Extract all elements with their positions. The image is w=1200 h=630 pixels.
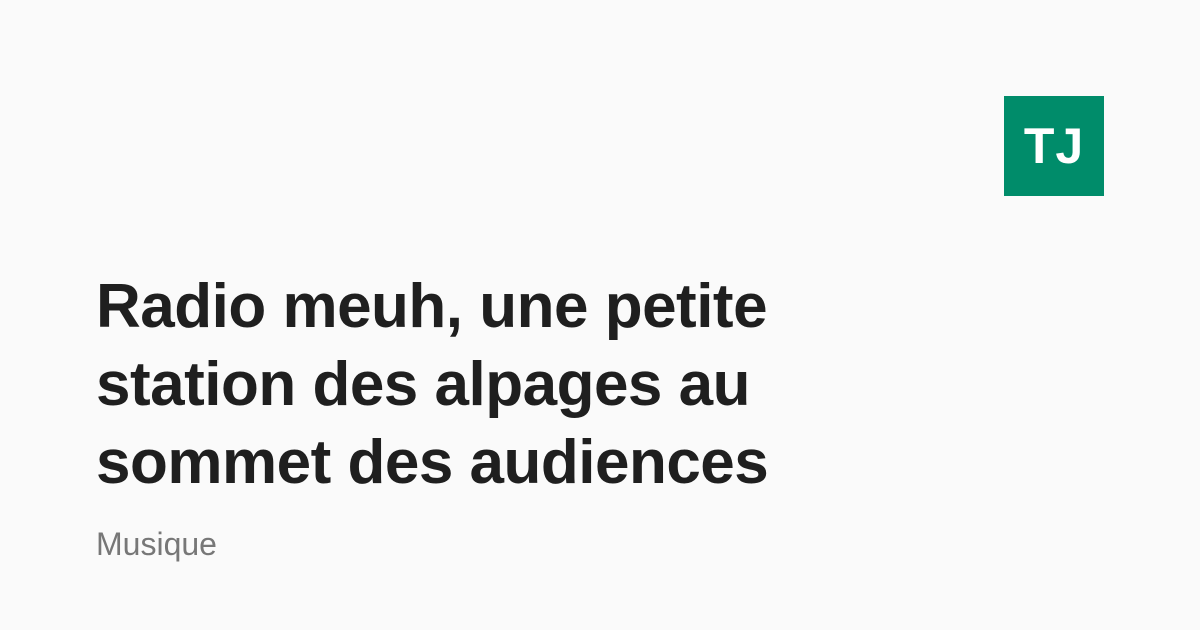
brand-logo-text: TJ (1023, 118, 1085, 174)
article-content: Radio meuh, une petite station des alpag… (96, 268, 856, 564)
brand-logo: TJ (1004, 96, 1104, 196)
article-category: Musique (96, 526, 217, 562)
article-headline: Radio meuh, une petite station des alpag… (96, 272, 769, 497)
